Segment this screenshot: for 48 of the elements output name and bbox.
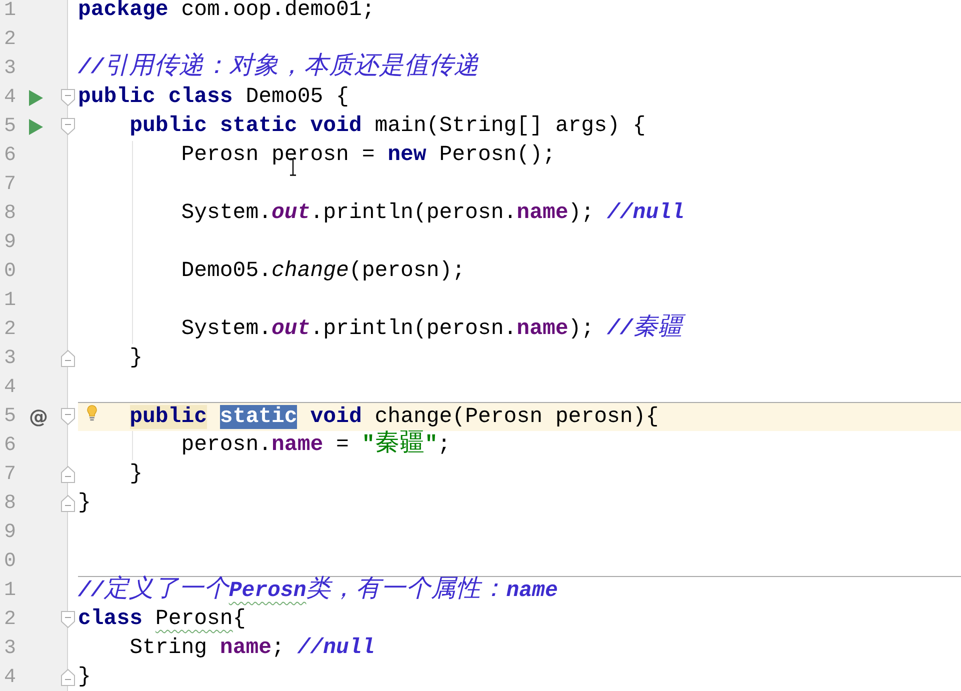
line-number: 1 — [2, 290, 16, 310]
line-number: 3 — [2, 348, 16, 368]
fold-icon[interactable] — [61, 89, 75, 106]
lightbulb-icon[interactable] — [87, 405, 97, 421]
code-line: System.out.println(perosn.name); //null — [181, 203, 684, 224]
fold-icon[interactable] — [61, 669, 75, 686]
line-number: 4 — [2, 88, 16, 108]
code-line: public class Demo05 { — [78, 87, 349, 108]
line-number: 9 — [2, 522, 16, 542]
line-number: 4 — [2, 378, 16, 398]
line-number: 8 — [2, 494, 16, 514]
line-number: 2 — [2, 320, 16, 340]
fold-icon[interactable] — [61, 495, 75, 512]
line-number: 4 — [2, 668, 16, 688]
code-line: Demo05.change(perosn); — [181, 261, 466, 282]
code-line: } — [78, 667, 91, 688]
code-line: public static void main(String[] args) { — [130, 116, 646, 137]
line-number: 9 — [2, 232, 16, 252]
run-icon[interactable] — [29, 118, 43, 134]
fold-icon[interactable] — [61, 408, 75, 425]
code-line: Perosn perosn = new Perosn(); — [181, 145, 556, 166]
code-line: String name; //null — [130, 638, 375, 659]
code-line: } — [78, 493, 91, 514]
run-icon[interactable] — [29, 90, 43, 106]
line-number: 3 — [2, 638, 16, 658]
line-number: 1 — [2, 580, 16, 600]
line-number: 3 — [2, 58, 16, 78]
code-line: public static void change(Perosn perosn){ — [130, 406, 659, 428]
code-line: } — [130, 464, 142, 485]
code-line: } — [130, 348, 142, 369]
line-number: 6 — [2, 436, 16, 456]
line-number: 0 — [2, 262, 16, 282]
fold-icon[interactable] — [61, 118, 75, 135]
line-number: 6 — [2, 146, 16, 166]
code-line: class Perosn{ — [78, 609, 246, 630]
fold-icon[interactable] — [61, 350, 75, 367]
line-number: 7 — [2, 174, 16, 194]
fold-icon[interactable] — [61, 466, 75, 483]
fold-icon[interactable] — [61, 611, 75, 628]
line-number: 5 — [2, 116, 16, 136]
line-number: 2 — [2, 30, 16, 50]
line-number: 1 — [2, 0, 16, 20]
line-number: 5 — [2, 406, 16, 426]
gutter-marker[interactable]: @ — [29, 406, 48, 428]
line-number: 8 — [2, 204, 16, 224]
line-number: 2 — [2, 610, 16, 630]
line-number: 7 — [2, 464, 16, 484]
line-number: 0 — [2, 552, 16, 572]
